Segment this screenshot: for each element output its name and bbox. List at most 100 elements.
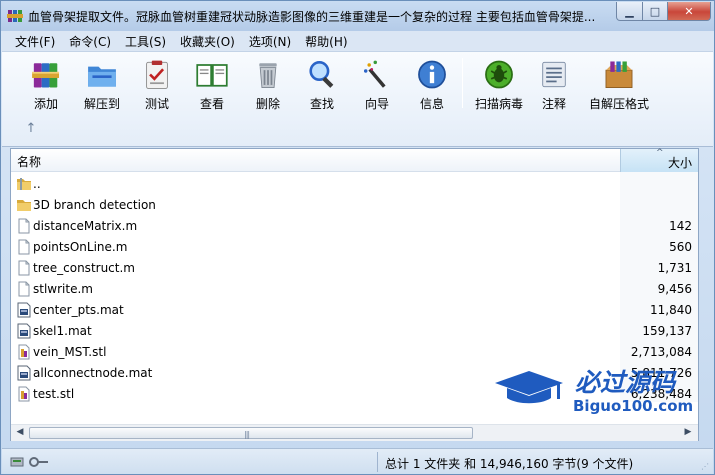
list-item[interactable]: distanceMatrix.m (11, 216, 620, 237)
magnifier-icon (309, 61, 334, 88)
maximize-button[interactable]: □ (642, 2, 668, 21)
file-size: 560 (669, 240, 692, 254)
info-label: 信息 (419, 97, 444, 111)
sfx-button[interactable]: 自解压格式 (587, 56, 651, 112)
find-button[interactable]: 查找 (294, 56, 350, 112)
add-archive-icon (32, 63, 60, 88)
list-item[interactable]: pointsOnLine.m (11, 237, 620, 258)
trash-icon (259, 63, 277, 88)
scroll-right-icon[interactable]: ▶ (681, 427, 695, 439)
view-button[interactable]: 查看 (184, 56, 240, 112)
horizontal-scrollbar[interactable]: ◀ ||| ▶ (11, 424, 698, 441)
list-item[interactable]: center_pts.mat (11, 300, 620, 321)
test-label: 测试 (144, 97, 169, 111)
file-icon (16, 260, 32, 276)
column-header-size-label: 大小 (667, 156, 692, 170)
arrow-up-icon: ↑ (25, 121, 37, 136)
comment-icon (542, 61, 566, 88)
toolbar-separator (462, 58, 463, 108)
list-header: 名称 ^ 大小 (11, 148, 698, 172)
extract-to-label: 解压到 (83, 97, 120, 111)
minimize-button[interactable]: ▁ (616, 2, 643, 21)
list-item[interactable]: 3D branch detection (11, 195, 620, 216)
file-icon (16, 281, 32, 297)
file-size: 159,137 (642, 324, 692, 338)
file-icon (16, 218, 32, 234)
mat-file-icon (16, 302, 32, 318)
menu-tools[interactable]: 工具(S) (118, 33, 173, 50)
list-item[interactable]: skel1.mat (11, 321, 620, 342)
watermark-brand: 必过源码 (575, 368, 677, 397)
info-button[interactable]: 信息 (404, 56, 460, 112)
extract-to-button[interactable]: 解压到 (74, 56, 130, 112)
file-name: tree_construct.m (33, 261, 135, 275)
watermark-logo: 必过源码 Biguo100.com (495, 368, 693, 415)
file-size: 11,840 (650, 303, 692, 317)
menu-commands[interactable]: 命令(C) (62, 33, 118, 50)
file-name: 3D branch detection (33, 198, 156, 212)
wizard-label: 向导 (364, 97, 389, 111)
file-size: 9,456 (657, 282, 692, 296)
view-label: 查看 (199, 97, 224, 111)
test-clipboard-icon (146, 60, 168, 89)
file-size: 2,713,084 (630, 345, 692, 359)
file-name: pointsOnLine.m (33, 240, 128, 254)
file-name: .. (33, 177, 41, 191)
scroll-left-icon[interactable]: ◀ (13, 427, 27, 439)
sort-ascending-icon: ^ (656, 148, 664, 158)
list-item[interactable]: stlwrite.m (11, 279, 620, 300)
watermark-domain: Biguo100.com (573, 397, 693, 415)
status-separator (377, 452, 378, 472)
menu-options[interactable]: 选项(N) (242, 33, 298, 50)
menu-bar: 文件(F) 命令(C) 工具(S) 收藏夹(O) 选项(N) 帮助(H) (2, 31, 713, 51)
add-label: 添加 (33, 97, 58, 111)
file-name: allconnectnode.mat (33, 366, 153, 380)
column-header-size[interactable]: ^ 大小 (620, 148, 698, 172)
virus-scan-icon (485, 60, 513, 89)
drive-key-icon[interactable] (10, 455, 50, 469)
stl-file-icon (16, 386, 32, 402)
up-one-level-button[interactable]: ↑ (24, 122, 38, 136)
view-book-icon (196, 64, 228, 87)
add-button[interactable]: 添加 (18, 56, 74, 112)
file-icon (16, 239, 32, 255)
list-item[interactable]: tree_construct.m (11, 258, 620, 279)
winrar-app-icon[interactable] (7, 8, 23, 24)
virus-scan-label: 扫描病毒 (474, 97, 523, 111)
toolbar: 添加 解压到 测试 查看 删除 查找 向导 信息 扫描病毒 注释 自解压格式 ↑ (2, 51, 713, 147)
mat-file-icon (16, 365, 32, 381)
virus-scan-button[interactable]: 扫描病毒 (470, 56, 528, 112)
info-icon (418, 60, 446, 89)
file-name: distanceMatrix.m (33, 219, 138, 233)
menu-file[interactable]: 文件(F) (8, 33, 62, 50)
test-button[interactable]: 测试 (129, 56, 185, 112)
winrar-window: 血管骨架提取文件。冠脉血管树重建冠状动脉造影图像的三维重建是一个复杂的过程 主要… (0, 0, 715, 475)
delete-button[interactable]: 删除 (240, 56, 296, 112)
file-size: 1,731 (657, 261, 692, 275)
maximize-icon: □ (649, 4, 661, 18)
find-label: 查找 (309, 97, 334, 111)
title-bar: 血管骨架提取文件。冠脉血管树重建冠状动脉造影图像的三维重建是一个复杂的过程 主要… (1, 1, 714, 31)
folder-icon (16, 197, 32, 213)
close-button[interactable]: ✕ (667, 2, 711, 21)
sfx-box-icon (605, 61, 633, 88)
extract-folder-icon (88, 66, 116, 87)
status-bar: 总计 1 文件夹 和 14,946,160 字节(9 个文件) ⋰ (2, 448, 713, 474)
file-name: stlwrite.m (33, 282, 93, 296)
file-size: 142 (669, 219, 692, 233)
comment-label: 注释 (541, 97, 566, 111)
file-name: vein_MST.stl (33, 345, 107, 359)
list-item[interactable]: vein_MST.stl (11, 342, 620, 363)
comment-button[interactable]: 注释 (526, 56, 582, 112)
scrollbar-thumb[interactable]: ||| (29, 427, 473, 439)
menu-favorites[interactable]: 收藏夹(O) (173, 33, 242, 50)
list-item[interactable]: .. (11, 174, 620, 195)
file-name: test.stl (33, 387, 75, 401)
resize-grip-icon[interactable]: ⋰ (701, 462, 711, 472)
wizard-button[interactable]: 向导 (349, 56, 405, 112)
file-name: skel1.mat (33, 324, 92, 338)
parent-folder-icon (16, 176, 32, 192)
menu-help[interactable]: 帮助(H) (298, 33, 354, 50)
mat-file-icon (16, 323, 32, 339)
column-header-name[interactable]: 名称 (17, 153, 41, 170)
